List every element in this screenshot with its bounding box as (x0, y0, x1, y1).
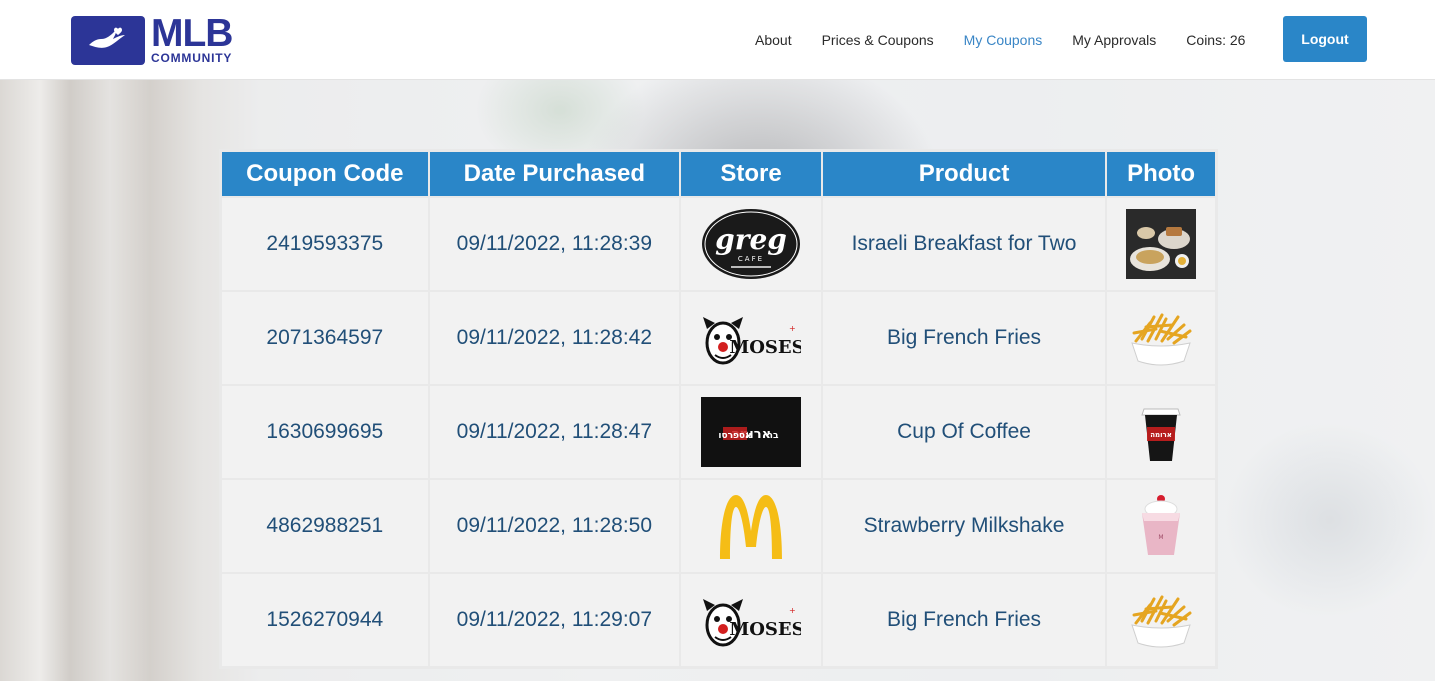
photo-cell (1107, 292, 1215, 384)
svg-text:+: + (789, 606, 796, 615)
photo-cell: ארומה (1107, 386, 1215, 478)
photo-cell (1107, 574, 1215, 666)
table-row: 1630699695 09/11/2022, 11:28:47 ארומה אס… (222, 386, 1215, 478)
store-cell: greg CAFE (681, 198, 821, 290)
svg-text:M: M (1158, 534, 1163, 541)
header-product: Product (822, 152, 1106, 196)
fries-photo (1126, 303, 1197, 373)
date-purchased: 09/11/2022, 11:29:07 (429, 574, 680, 666)
brand-subtitle: COMMUNITY (151, 51, 233, 65)
svg-text:CAFE: CAFE (738, 255, 764, 263)
store-cell: ארומה אספרסו בר (681, 386, 821, 478)
product-name: Big French Fries (822, 292, 1106, 384)
nav-my-coupons[interactable]: My Coupons (964, 32, 1043, 48)
header-date-purchased: Date Purchased (429, 152, 680, 196)
nav-prices-coupons[interactable]: Prices & Coupons (822, 32, 934, 48)
store-cell (681, 480, 821, 572)
photo-cell: M (1107, 480, 1215, 572)
coins-balance: Coins: 26 (1186, 32, 1246, 48)
coupons-table: Coupon Code Date Purchased Store Product… (220, 150, 1217, 668)
date-purchased: 09/11/2022, 11:28:47 (429, 386, 680, 478)
date-purchased: 09/11/2022, 11:28:50 (429, 480, 680, 572)
table-row: 1526270944 09/11/2022, 11:29:07 MOSES + … (222, 574, 1215, 666)
header-coupon-code: Coupon Code (222, 152, 428, 196)
svg-text:+: + (789, 324, 796, 333)
svg-text:בר: בר (768, 431, 779, 441)
milkshake-photo: M (1126, 491, 1197, 561)
nav-about[interactable]: About (755, 32, 792, 48)
header-photo: Photo (1107, 152, 1215, 196)
table-row: 2071364597 09/11/2022, 11:28:42 MOSES + … (222, 292, 1215, 384)
moses-logo: MOSES + (701, 585, 801, 655)
brand-logo[interactable]: MLB COMMUNITY (71, 12, 233, 65)
coffee-cup-photo: ארומה (1126, 397, 1197, 467)
nav-my-approvals[interactable]: My Approvals (1072, 32, 1156, 48)
photo-cell (1107, 198, 1215, 290)
date-purchased: 09/11/2022, 11:28:42 (429, 292, 680, 384)
coupons-table-container: Coupon Code Date Purchased Store Product… (219, 149, 1218, 669)
table-header-row: Coupon Code Date Purchased Store Product… (222, 152, 1215, 196)
fries-photo (1126, 585, 1197, 655)
date-purchased: 09/11/2022, 11:28:39 (429, 198, 680, 290)
svg-text:ארומה: ארומה (1150, 431, 1172, 439)
logout-button[interactable]: Logout (1283, 16, 1367, 62)
moses-logo: MOSES + (701, 303, 801, 373)
hand-heart-icon (71, 15, 145, 65)
table-row: 4862988251 09/11/2022, 11:28:50 Strawber… (222, 480, 1215, 572)
brand-name: MLB (151, 12, 233, 55)
store-cell: MOSES + (681, 292, 821, 384)
product-name: Strawberry Milkshake (822, 480, 1106, 572)
coupon-code: 1526270944 (222, 574, 428, 666)
svg-text:אספרסו: אספרסו (718, 431, 751, 441)
svg-text:MOSES: MOSES (729, 619, 801, 640)
table-row: 2419593375 09/11/2022, 11:28:39 greg CAF… (222, 198, 1215, 290)
svg-text:greg: greg (715, 223, 787, 256)
coupon-code: 2071364597 (222, 292, 428, 384)
header-store: Store (681, 152, 821, 196)
nav-links: About Prices & Coupons My Coupons My App… (740, 0, 1245, 80)
coupon-code: 4862988251 (222, 480, 428, 572)
store-cell: MOSES + (681, 574, 821, 666)
breakfast-photo (1126, 209, 1197, 279)
product-name: Israeli Breakfast for Two (822, 198, 1106, 290)
coupon-code: 1630699695 (222, 386, 428, 478)
svg-text:MOSES: MOSES (729, 337, 801, 358)
mcdonalds-logo (716, 491, 786, 561)
aroma-logo: ארומה אספרסו בר (700, 397, 801, 467)
product-name: Big French Fries (822, 574, 1106, 666)
product-name: Cup Of Coffee (822, 386, 1106, 478)
greg-cafe-logo: greg CAFE (701, 208, 801, 280)
coupon-code: 2419593375 (222, 198, 428, 290)
navbar: MLB COMMUNITY About Prices & Coupons My … (0, 0, 1435, 80)
